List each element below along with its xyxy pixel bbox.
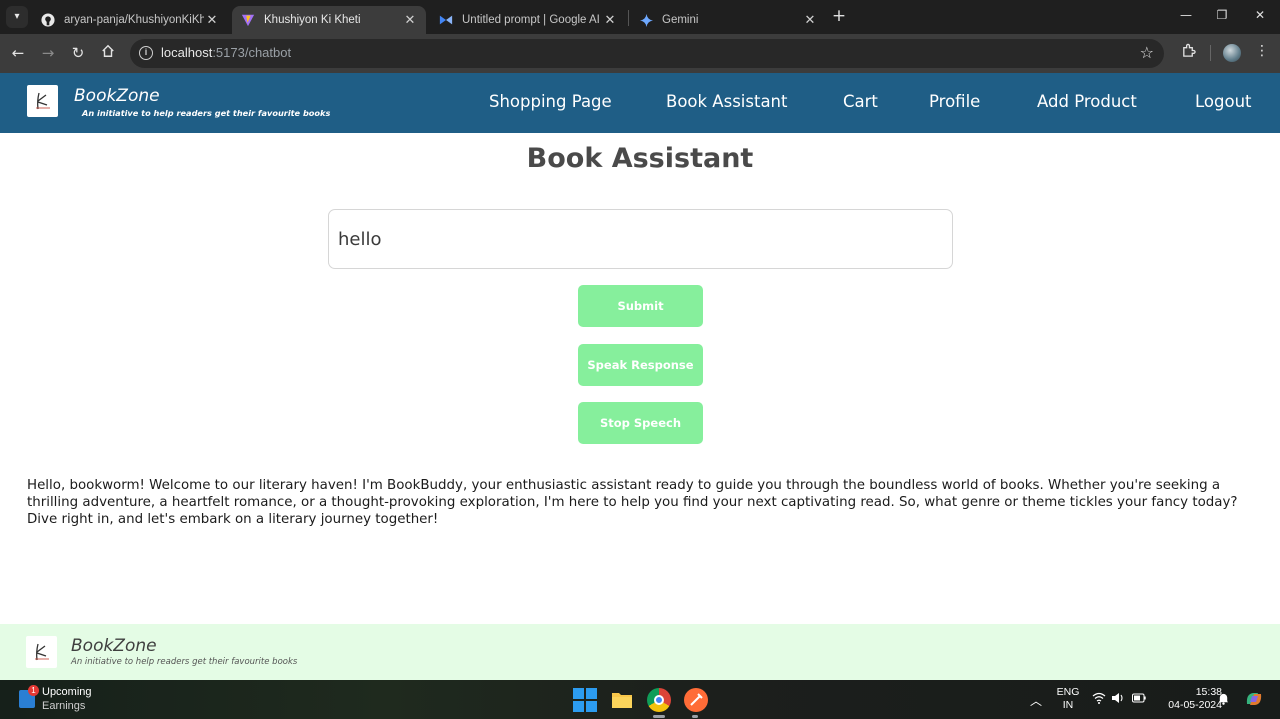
pen-logo-icon xyxy=(34,643,49,661)
postman-running-indicator xyxy=(692,715,698,718)
postman-icon[interactable] xyxy=(684,688,708,712)
restore-icon[interactable]: ❐ xyxy=(1212,8,1232,22)
chrome-running-indicator xyxy=(653,715,665,718)
site-info-icon[interactable]: i xyxy=(139,46,153,60)
reload-icon[interactable]: ↻ xyxy=(68,43,88,63)
nav-book-assistant[interactable]: Book Assistant xyxy=(666,92,787,111)
brand-name[interactable]: BookZone xyxy=(74,86,160,106)
language-code: ENG xyxy=(1056,686,1080,698)
footer-logo xyxy=(26,636,57,668)
query-input[interactable] xyxy=(328,209,953,269)
page-title: Book Assistant xyxy=(526,143,754,174)
widget-title[interactable]: Upcoming xyxy=(42,686,92,698)
tab-title: Khushiyon Ki Kheti xyxy=(264,14,361,26)
profile-avatar[interactable] xyxy=(1223,44,1241,62)
language-indicator[interactable]: ENG IN xyxy=(1056,686,1080,712)
back-icon[interactable]: ← xyxy=(8,43,28,63)
address-bar[interactable]: i localhost:5173/chatbot ☆ xyxy=(130,39,1164,68)
stop-speech-button[interactable]: Stop Speech xyxy=(578,402,703,444)
address-url: localhost:5173/chatbot xyxy=(161,45,291,60)
tab-search-button[interactable]: ▾ xyxy=(6,6,28,28)
url-path: :5173/chatbot xyxy=(212,45,292,60)
nav-cart[interactable]: Cart xyxy=(843,92,878,111)
toolbar-divider xyxy=(1210,45,1211,61)
forward-icon[interactable]: → xyxy=(38,43,58,63)
footer-tagline: An initiative to help readers get their … xyxy=(71,657,298,667)
tab-khushiyon[interactable]: Khushiyon Ki Kheti ✕ xyxy=(232,6,426,34)
assistant-response: Hello, bookworm! Welcome to our literary… xyxy=(27,478,1238,527)
tab-title: Gemini xyxy=(662,14,699,26)
gemini-icon xyxy=(638,12,654,28)
battery-icon[interactable] xyxy=(1132,692,1146,706)
bookzone-logo[interactable] xyxy=(27,85,58,117)
tab-github[interactable]: aryan-panja/KhushiyonKiKheti: a ✕ xyxy=(32,6,228,34)
region-code: IN xyxy=(1062,699,1074,711)
wifi-icon[interactable] xyxy=(1092,692,1106,707)
close-icon[interactable]: ✕ xyxy=(204,12,220,28)
tab-title: Untitled prompt | Google AI Stu xyxy=(462,14,602,26)
volume-icon[interactable] xyxy=(1111,692,1125,707)
tab-title: aryan-panja/KhushiyonKiKheti: a xyxy=(64,14,204,26)
minimize-icon[interactable]: — xyxy=(1176,8,1196,22)
browser-tab-strip: ▾ aryan-panja/KhushiyonKiKheti: a ✕ Khus… xyxy=(0,0,1280,34)
copilot-icon[interactable] xyxy=(1244,690,1264,711)
tab-divider xyxy=(628,10,629,26)
new-tab-button[interactable]: + xyxy=(830,8,848,26)
notification-badge: 1 xyxy=(28,685,39,696)
extensions-icon[interactable] xyxy=(1178,43,1198,62)
footer-brand-name: BookZone xyxy=(71,636,157,656)
url-host: localhost xyxy=(161,45,213,60)
windows-taskbar: 1 Upcoming Earnings ︿ ENG IN 15:38 04-05… xyxy=(0,680,1280,719)
nav-profile[interactable]: Profile xyxy=(929,92,980,111)
clock[interactable]: 15:38 04-05-2024 xyxy=(1150,686,1222,712)
pen-logo-icon xyxy=(35,92,50,110)
close-icon[interactable]: ✕ xyxy=(402,12,418,28)
browser-menu-icon[interactable]: ⋮ xyxy=(1252,43,1272,59)
vite-icon xyxy=(240,12,256,28)
windows-start-icon[interactable] xyxy=(573,688,597,712)
nav-shopping-page[interactable]: Shopping Page xyxy=(489,92,612,111)
app-header: BookZone An initiative to help readers g… xyxy=(0,73,1280,133)
file-explorer-icon[interactable] xyxy=(610,688,634,712)
chevron-up-icon[interactable]: ︿ xyxy=(1030,692,1042,709)
close-icon[interactable]: ✕ xyxy=(602,12,618,28)
page-footer: BookZone An initiative to help readers g… xyxy=(0,624,1280,680)
nav-logout[interactable]: Logout xyxy=(1195,92,1252,111)
home-icon[interactable] xyxy=(98,43,118,63)
clock-time: 15:38 xyxy=(1195,686,1222,698)
clock-date: 04-05-2024 xyxy=(1168,699,1222,711)
close-icon[interactable]: ✕ xyxy=(802,12,818,28)
tab-gemini[interactable]: Gemini ✕ xyxy=(630,6,826,34)
ai-studio-icon xyxy=(438,12,454,28)
widget-subtitle[interactable]: Earnings xyxy=(42,700,85,712)
notification-bell-icon[interactable] xyxy=(1217,692,1230,708)
github-icon xyxy=(40,12,56,28)
chrome-icon[interactable] xyxy=(647,688,671,712)
submit-button[interactable]: Submit xyxy=(578,285,703,327)
speak-response-button[interactable]: Speak Response xyxy=(578,344,703,386)
brand-tagline: An initiative to help readers get their … xyxy=(82,108,331,118)
bookmark-star-icon[interactable]: ☆ xyxy=(1140,43,1154,62)
browser-toolbar: ← → ↻ i localhost:5173/chatbot ☆ ⋮ xyxy=(0,34,1280,73)
tab-ai-studio[interactable]: Untitled prompt | Google AI Stu ✕ xyxy=(430,6,626,34)
nav-add-product[interactable]: Add Product xyxy=(1037,92,1137,111)
window-close-icon[interactable]: ✕ xyxy=(1250,8,1270,22)
